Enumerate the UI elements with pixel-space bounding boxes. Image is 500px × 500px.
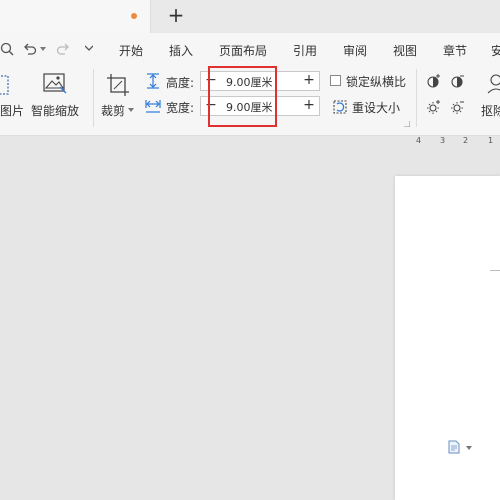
- smart-zoom-label[interactable]: 智能缩放: [31, 102, 79, 119]
- highlight-box: [208, 66, 277, 127]
- ruler-number: 4: [416, 136, 422, 145]
- smart-zoom-icon[interactable]: [43, 73, 67, 95]
- contrast-decrease-icon[interactable]: [450, 73, 466, 89]
- cutout-label[interactable]: 抠除: [481, 102, 500, 119]
- lock-aspect-checkbox[interactable]: [330, 75, 341, 86]
- undo-icon[interactable]: [23, 42, 37, 56]
- ruler-number: 2: [463, 136, 469, 145]
- width-label: 宽度:: [166, 101, 195, 115]
- reset-size-icon[interactable]: [332, 99, 348, 115]
- dropdown-icon[interactable]: [40, 47, 46, 51]
- separator: [93, 69, 94, 127]
- text-cursor-line: [490, 270, 500, 271]
- picture-label[interactable]: 图片: [0, 102, 24, 119]
- crop-label[interactable]: 裁剪: [101, 102, 125, 119]
- plus-icon[interactable]: +: [165, 4, 187, 28]
- crop-dropdown-icon[interactable]: [128, 108, 134, 112]
- cutout-icon[interactable]: [484, 73, 500, 95]
- reset-size-label[interactable]: 重设大小: [352, 99, 400, 116]
- menu-insert[interactable]: 插入: [169, 42, 193, 59]
- brightness-decrease-icon[interactable]: [450, 99, 466, 115]
- menu-references[interactable]: 引用: [293, 42, 317, 59]
- dialog-launcher-icon[interactable]: [404, 121, 410, 127]
- contrast-increase-icon[interactable]: [426, 73, 442, 89]
- document-dropdown-icon[interactable]: [466, 446, 472, 450]
- width-increase-button[interactable]: +: [299, 97, 319, 115]
- menu-section[interactable]: 章节: [443, 42, 467, 59]
- redo-icon[interactable]: [56, 42, 70, 56]
- menu-bar: 开始 插入 页面布局 引用 审阅 视图 章节 安: [0, 33, 500, 65]
- ruler-number: 1: [488, 136, 494, 145]
- lock-aspect-label[interactable]: 锁定纵横比: [346, 73, 406, 90]
- document-icon[interactable]: [448, 440, 460, 454]
- height-icon: [147, 73, 159, 89]
- menu-review[interactable]: 审阅: [343, 42, 367, 59]
- menu-view[interactable]: 视图: [393, 42, 417, 59]
- brightness-increase-icon[interactable]: [426, 99, 442, 115]
- height-label: 高度:: [166, 76, 195, 90]
- height-increase-button[interactable]: +: [299, 72, 319, 90]
- tab-bar: +: [0, 0, 500, 34]
- menu-page-layout[interactable]: 页面布局: [219, 42, 267, 59]
- crop-icon[interactable]: [106, 73, 130, 97]
- unsaved-indicator: [131, 13, 137, 19]
- picture-icon[interactable]: [0, 75, 10, 97]
- menu-security[interactable]: 安: [491, 42, 500, 59]
- document-tab[interactable]: [0, 0, 151, 33]
- separator: [416, 69, 417, 127]
- menu-home[interactable]: 开始: [119, 42, 143, 59]
- zoom-icon[interactable]: [0, 42, 14, 56]
- width-icon: [145, 100, 161, 113]
- ruler-number: 3: [440, 136, 446, 145]
- customize-dropdown-icon[interactable]: [85, 44, 93, 52]
